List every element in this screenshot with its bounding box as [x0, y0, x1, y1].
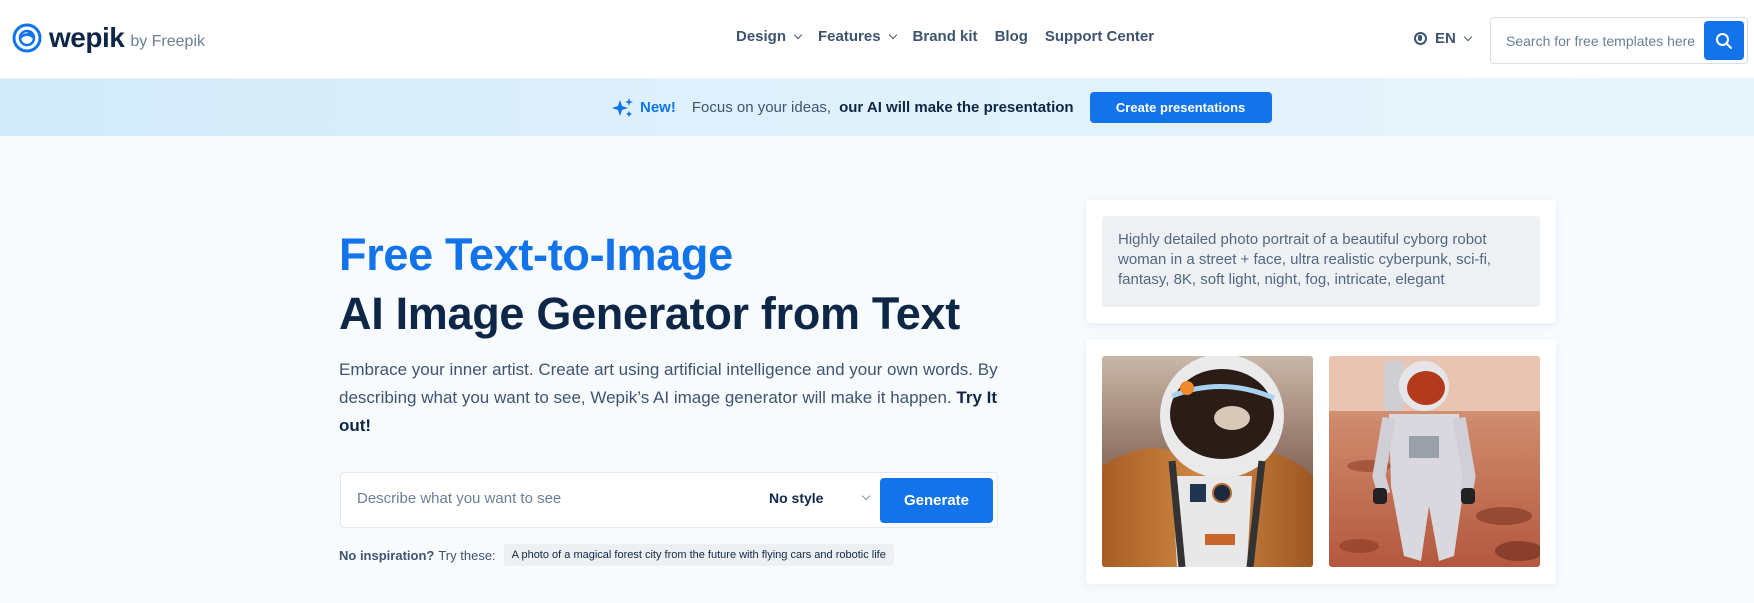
site-header: wepik by Freepik Design Features Brand k… — [0, 0, 1754, 79]
prompt-input[interactable] — [357, 490, 737, 507]
hero-title-line1: Free Text-to-Image — [339, 229, 733, 280]
nav-blog[interactable]: Blog — [995, 28, 1028, 45]
banner-content: New! Focus on your ideas, our AI will ma… — [612, 92, 1272, 123]
nav-brand-kit[interactable]: Brand kit — [913, 28, 978, 45]
inspiration-try-label: Try these: — [438, 547, 496, 563]
hero-description: Embrace your inner artist. Create art us… — [339, 356, 1009, 440]
announcement-banner: New! Focus on your ideas, our AI will ma… — [0, 79, 1754, 136]
main-nav: Design Features Brand kit Blog Support C… — [736, 28, 1171, 45]
inspiration-suggestion-chip[interactable]: A photo of a magical forest city from th… — [503, 544, 894, 566]
globe-icon — [1414, 32, 1427, 45]
search-button[interactable] — [1704, 21, 1744, 60]
nav-support-center[interactable]: Support Center — [1045, 28, 1154, 45]
generate-button[interactable]: Generate — [880, 478, 993, 523]
inspiration-row: No inspiration? Try these: A photo of a … — [339, 544, 894, 566]
hero-title-line2: AI Image Generator from Text — [339, 288, 960, 339]
generator-form: No style Generate — [340, 472, 998, 528]
language-selector[interactable]: EN — [1414, 30, 1473, 47]
chevron-down-icon — [861, 491, 871, 501]
search-bar — [1490, 17, 1748, 64]
search-icon — [1716, 32, 1732, 49]
style-select[interactable]: No style — [769, 490, 871, 506]
banner-bold-text: our AI will make the presentation — [839, 99, 1074, 116]
search-input[interactable] — [1491, 32, 1701, 49]
new-badge: New! — [640, 99, 676, 116]
nav-blog-label: Blog — [994, 28, 1028, 45]
create-presentations-button[interactable]: Create presentations — [1089, 92, 1272, 123]
astronaut-closeup-image — [1102, 356, 1313, 567]
example-images-card — [1086, 340, 1556, 584]
inspiration-label: No inspiration? — [339, 547, 435, 563]
nav-design-label: Design — [736, 28, 787, 45]
hero-description-text: Embrace your inner artist. Create art us… — [339, 360, 998, 407]
example-image-astronaut-mars — [1329, 356, 1540, 567]
chevron-down-icon — [1463, 32, 1473, 41]
nav-brand-kit-label: Brand kit — [912, 28, 978, 45]
nav-support-center-label: Support Center — [1044, 28, 1155, 45]
wepik-logo[interactable]: wepik by Freepik — [11, 22, 205, 54]
chevron-down-icon — [793, 30, 803, 39]
sparkle-icon — [612, 97, 633, 117]
example-prompt-card: Highly detailed photo portrait of a beau… — [1086, 200, 1556, 323]
language-label: EN — [1435, 30, 1456, 47]
banner-text: Focus on your ideas, — [691, 99, 832, 116]
wepik-logo-icon — [12, 23, 42, 53]
nav-design[interactable]: Design — [736, 28, 803, 45]
nav-features[interactable]: Features — [818, 28, 897, 45]
example-image-astronaut-closeup — [1102, 356, 1313, 567]
nav-features-label: Features — [818, 28, 881, 45]
example-prompt-text: Highly detailed photo portrait of a beau… — [1102, 216, 1540, 307]
style-select-value: No style — [769, 490, 824, 506]
logo-wordmark: wepik — [49, 22, 125, 53]
astronaut-mars-image — [1329, 356, 1540, 567]
chevron-down-icon — [888, 30, 897, 39]
logo-by-freepik: by Freepik — [130, 33, 206, 50]
